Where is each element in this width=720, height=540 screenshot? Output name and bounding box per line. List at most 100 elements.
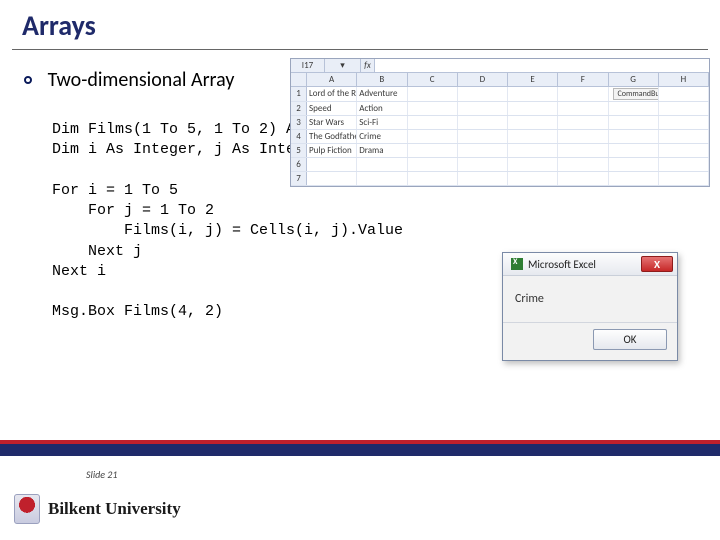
cell[interactable] [508,158,558,171]
university-logo: Bilkent University [14,494,181,524]
dialog-message: Crime [503,276,677,312]
cell[interactable] [458,87,508,101]
code-line: For j = 1 To 2 [52,202,214,219]
row-header[interactable]: 2 [291,102,307,115]
bullet-text: Two-dimensional Array [48,68,235,92]
cell[interactable] [659,172,709,185]
cell[interactable] [508,102,558,115]
cell[interactable]: Drama [357,144,407,157]
row-header[interactable]: 1 [291,87,307,101]
col-header[interactable]: F [558,73,608,86]
command-button[interactable]: CommandButton1 [613,88,659,100]
cell[interactable]: Sci-Fi [357,116,407,129]
cell[interactable] [508,130,558,143]
code-line: Dim i As Integer, j As Integer [52,141,322,158]
cell[interactable] [408,87,458,101]
cell[interactable] [609,102,659,115]
cell[interactable] [558,102,608,115]
cell[interactable] [508,87,558,101]
cell[interactable]: Crime [357,130,407,143]
dialog-titlebar: Microsoft Excel X [503,253,677,276]
cell[interactable] [458,158,508,171]
cell[interactable] [408,130,458,143]
table-row: 1 Lord of the Rings Adventure CommandBut… [291,87,709,102]
dialog-separator [503,322,677,323]
col-header[interactable]: B [357,73,407,86]
row-header[interactable]: 4 [291,130,307,143]
row-header[interactable]: 7 [291,172,307,185]
cell[interactable] [458,130,508,143]
cell[interactable] [357,158,407,171]
table-row: 7 [291,172,709,186]
msgbox-dialog: Microsoft Excel X Crime OK [502,252,678,361]
cell[interactable] [458,102,508,115]
cell[interactable]: Star Wars [307,116,357,129]
cell[interactable] [609,130,659,143]
slide-number: Slide 21 [86,468,117,481]
cell[interactable] [659,130,709,143]
cell[interactable] [458,116,508,129]
cell[interactable]: Lord of the Rings [307,87,357,101]
row-header[interactable]: 6 [291,158,307,171]
cell[interactable] [408,102,458,115]
row-header[interactable]: 3 [291,116,307,129]
col-header[interactable]: G [609,73,659,86]
formula-bar-row: I17 ▾ fx [291,59,709,73]
cell[interactable] [558,87,608,101]
cell[interactable] [307,158,357,171]
cell[interactable] [609,158,659,171]
crest-icon [14,494,40,524]
cell[interactable] [458,172,508,185]
cell[interactable] [508,116,558,129]
cell[interactable] [508,172,558,185]
code-line: Msg.Box Films(4, 2) [52,303,223,320]
cell[interactable] [558,158,608,171]
cell[interactable] [307,172,357,185]
cell[interactable] [609,116,659,129]
cell[interactable]: Action [357,102,407,115]
table-row: 3 Star Wars Sci-Fi [291,116,709,130]
cell[interactable] [609,144,659,157]
cell[interactable] [659,116,709,129]
fx-label: fx [361,59,375,72]
cell[interactable] [508,144,558,157]
cell[interactable] [357,172,407,185]
col-header[interactable]: D [458,73,508,86]
col-header[interactable]: C [408,73,458,86]
cell[interactable] [408,172,458,185]
cell[interactable] [408,144,458,157]
col-header[interactable]: H [659,73,709,86]
cell[interactable] [659,87,709,101]
cell[interactable] [558,144,608,157]
corner-cell[interactable] [291,73,307,86]
col-header[interactable]: A [307,73,357,86]
row-header[interactable]: 5 [291,144,307,157]
cell[interactable]: Adventure [357,87,407,101]
cell[interactable] [659,144,709,157]
cell[interactable] [558,130,608,143]
name-box[interactable]: I17 [291,59,325,72]
cell[interactable] [659,102,709,115]
cell[interactable] [458,144,508,157]
cell[interactable] [659,158,709,171]
university-name: Bilkent University [48,499,181,519]
cell[interactable] [408,158,458,171]
cell[interactable]: Speed [307,102,357,115]
dropdown-indicator[interactable]: ▾ [325,59,361,72]
slide-title: Arrays [0,0,720,49]
formula-bar[interactable] [375,59,709,72]
cell[interactable] [609,172,659,185]
close-button[interactable]: X [641,256,673,272]
dialog-title: Microsoft Excel [528,258,596,271]
cell[interactable]: The Godfather [307,130,357,143]
col-header[interactable]: E [508,73,558,86]
cell[interactable]: CommandButton1 [609,87,659,101]
ok-button[interactable]: OK [593,329,667,350]
cell[interactable] [408,116,458,129]
cell[interactable] [558,172,608,185]
table-row: 6 [291,158,709,172]
cell[interactable]: Pulp Fiction [307,144,357,157]
excel-icon [511,258,523,270]
cell[interactable] [558,116,608,129]
code-line: Next j [52,243,142,260]
